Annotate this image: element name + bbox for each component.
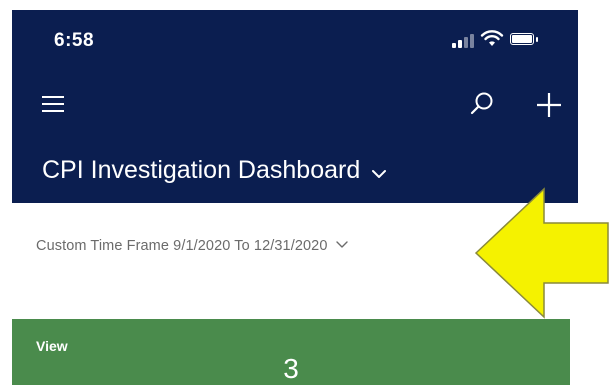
status-icons (452, 30, 562, 48)
battery-icon (510, 33, 538, 45)
status-time: 6:58 (54, 30, 95, 51)
plus-icon[interactable] (534, 90, 564, 120)
card-label: View (36, 338, 68, 354)
chevron-down-icon (372, 169, 387, 178)
dashboard-title: CPI Investigation Dashboard (42, 156, 361, 184)
dashboard-selector[interactable]: CPI Investigation Dashboard (42, 156, 388, 185)
time-frame-filter[interactable]: Custom Time Frame 9/1/2020 To 12/31/2020 (36, 238, 349, 254)
yellow-arrow-annotation (474, 187, 609, 319)
view-card[interactable]: View 3 (12, 319, 570, 385)
signal-icon (452, 32, 474, 48)
search-icon[interactable] (468, 90, 496, 118)
chevron-down-icon (336, 241, 349, 248)
wifi-icon (480, 30, 504, 46)
hamburger-menu-icon[interactable] (42, 96, 64, 112)
time-frame-label: Custom Time Frame 9/1/2020 To 12/31/2020 (36, 238, 328, 254)
card-value: 3 (283, 353, 299, 384)
app-header: 6:58 CPI Investigation Dashboard (12, 10, 578, 203)
